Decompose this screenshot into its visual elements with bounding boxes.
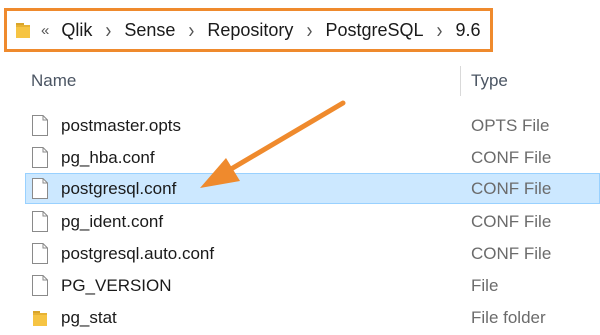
file-name: postmaster.opts <box>61 116 182 135</box>
file-name: PG_VERSION <box>61 276 172 295</box>
column-header-type[interactable]: Type <box>471 71 508 91</box>
file-name: postgresql.conf <box>61 179 177 198</box>
breadcrumb-separator[interactable]: › <box>105 17 111 43</box>
file-icon <box>32 275 48 296</box>
file-row[interactable]: postmaster.opts OPTS File <box>0 110 600 141</box>
file-type: File folder <box>471 308 546 327</box>
file-icon <box>32 243 48 264</box>
file-type: CONF File <box>471 244 552 263</box>
breadcrumb-separator[interactable]: › <box>306 17 312 43</box>
folder-row[interactable]: pg_stat File folder <box>0 302 600 333</box>
breadcrumb-postgresql[interactable]: PostgreSQL <box>325 20 423 41</box>
breadcrumb-repository[interactable]: Repository <box>207 20 293 41</box>
file-icon <box>32 178 48 199</box>
folder-icon <box>15 21 31 39</box>
file-name: pg_ident.conf <box>61 212 164 231</box>
file-type: OPTS File <box>471 116 550 135</box>
file-row[interactable]: PG_VERSION File <box>0 270 600 301</box>
file-icon <box>32 211 48 232</box>
file-name: postgresql.auto.conf <box>61 244 215 263</box>
file-type: CONF File <box>471 148 552 167</box>
column-divider[interactable] <box>460 66 461 96</box>
folder-icon <box>32 307 48 328</box>
breadcrumb-version[interactable]: 9.6 <box>456 20 481 41</box>
file-row[interactable]: pg_hba.conf CONF File <box>0 142 600 173</box>
file-icon <box>32 115 48 136</box>
column-header: Name Type <box>0 66 600 96</box>
file-row[interactable]: pg_ident.conf CONF File <box>0 206 600 237</box>
address-bar[interactable]: « Qlik › Sense › Repository › PostgreSQL… <box>4 8 493 52</box>
file-type: File <box>471 276 499 295</box>
breadcrumb-qlik[interactable]: Qlik <box>61 20 92 41</box>
file-type: CONF File <box>471 179 552 198</box>
file-name: pg_hba.conf <box>61 148 155 167</box>
breadcrumb-sense[interactable]: Sense <box>124 20 175 41</box>
file-icon <box>32 147 48 168</box>
breadcrumb-separator[interactable]: › <box>188 17 194 43</box>
folder-name: pg_stat <box>61 308 117 327</box>
overflow-chevrons[interactable]: « <box>41 22 49 39</box>
file-row-selected[interactable]: postgresql.conf CONF File <box>0 173 600 204</box>
breadcrumb-separator[interactable]: › <box>437 17 443 43</box>
file-row[interactable]: postgresql.auto.conf CONF File <box>0 238 600 269</box>
file-type: CONF File <box>471 212 552 231</box>
column-header-name[interactable]: Name <box>31 71 76 91</box>
